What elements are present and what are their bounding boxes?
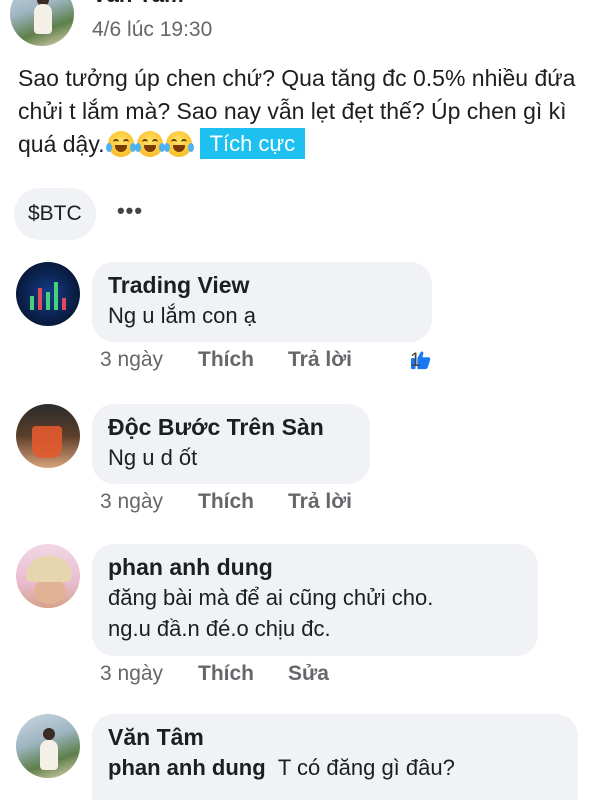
more-options-icon[interactable]: ••• — [112, 196, 148, 232]
commenter-name[interactable]: Văn Tâm — [108, 722, 562, 752]
like-button[interactable]: Thích — [198, 348, 254, 372]
comment-actions: 3 ngày Thích Sửa — [100, 662, 400, 692]
reply-text: T có đăng gì đâu? — [277, 755, 455, 780]
mentioned-user[interactable]: phan anh dung — [108, 755, 266, 780]
like-button[interactable]: Thích — [198, 662, 254, 686]
face-with-tears-of-joy-icon — [105, 131, 136, 157]
face-with-tears-of-joy-icon — [134, 131, 165, 157]
reply-button[interactable]: Trả lời — [288, 490, 352, 514]
commenter-avatar[interactable] — [16, 262, 80, 326]
edit-button[interactable]: Sửa — [288, 662, 329, 686]
comment-text-line: đăng bài mà để ai cũng chửi cho. — [108, 585, 434, 610]
ticker-chip-btc[interactable]: $BTC — [14, 188, 96, 240]
comment-text: phan anh dung T có đăng gì đâu? — [108, 752, 562, 783]
comment-text-line: ng.u đầ.n đé.o chịu đc. — [108, 616, 331, 641]
comment-bubble[interactable]: Văn Tâm phan anh dung T có đăng gì đâu? — [92, 714, 578, 800]
commenter-name[interactable]: phan anh dung — [108, 552, 522, 582]
post-body: Sao tưởng úp chen chứ? Qua tăng đc 0.5% … — [18, 62, 588, 161]
comment-text: Ng u d ốt — [108, 445, 198, 470]
comment-thread-screen: Văn Tâm 4/6 lúc 19:30 Sao tưởng úp chen … — [0, 0, 600, 800]
comment-time[interactable]: 3 ngày — [100, 662, 163, 686]
commenter-name[interactable]: Độc Bước Trên Sàn — [108, 412, 354, 442]
comment-bubble[interactable]: Độc Bước Trên Sàn Ng u d ốt — [92, 404, 370, 484]
comment-time[interactable]: 3 ngày — [100, 490, 163, 514]
comment: Văn Tâm phan anh dung T có đăng gì đâu? — [16, 714, 596, 800]
post-timestamp[interactable]: 4/6 lúc 19:30 — [92, 18, 212, 42]
post-author-avatar[interactable] — [10, 0, 74, 46]
comment-text: Ng u lắm con ạ — [108, 303, 256, 328]
comment-time[interactable]: 3 ngày — [100, 348, 163, 372]
reaction-count-value: 1 — [410, 350, 421, 371]
comment-bubble[interactable]: Trading View Ng u lắm con ạ — [92, 262, 432, 342]
reply-button[interactable]: Trả lời — [288, 348, 352, 372]
comment-actions: 3 ngày Thích Trả lời — [100, 490, 400, 520]
face-with-tears-of-joy-icon — [163, 131, 194, 157]
commenter-avatar[interactable] — [16, 544, 80, 608]
comment: phan anh dung đăng bài mà để ai cũng chử… — [16, 544, 596, 694]
sentiment-tag[interactable]: Tích cực — [199, 128, 306, 159]
commenter-avatar[interactable] — [16, 404, 80, 468]
comment: Trading View Ng u lắm con ạ 3 ngày Thích… — [16, 262, 596, 382]
reaction-count[interactable]: 1 — [410, 350, 432, 371]
commenter-name[interactable]: Trading View — [108, 270, 416, 300]
comment-actions: 3 ngày Thích Trả lời 1 — [100, 348, 520, 378]
commenter-avatar[interactable] — [16, 714, 80, 778]
post-author-name[interactable]: Văn Tâm — [92, 0, 184, 8]
comment: Độc Bước Trên Sàn Ng u d ốt 3 ngày Thích… — [16, 404, 596, 524]
comment-bubble[interactable]: phan anh dung đăng bài mà để ai cũng chử… — [92, 544, 538, 656]
like-button[interactable]: Thích — [198, 490, 254, 514]
